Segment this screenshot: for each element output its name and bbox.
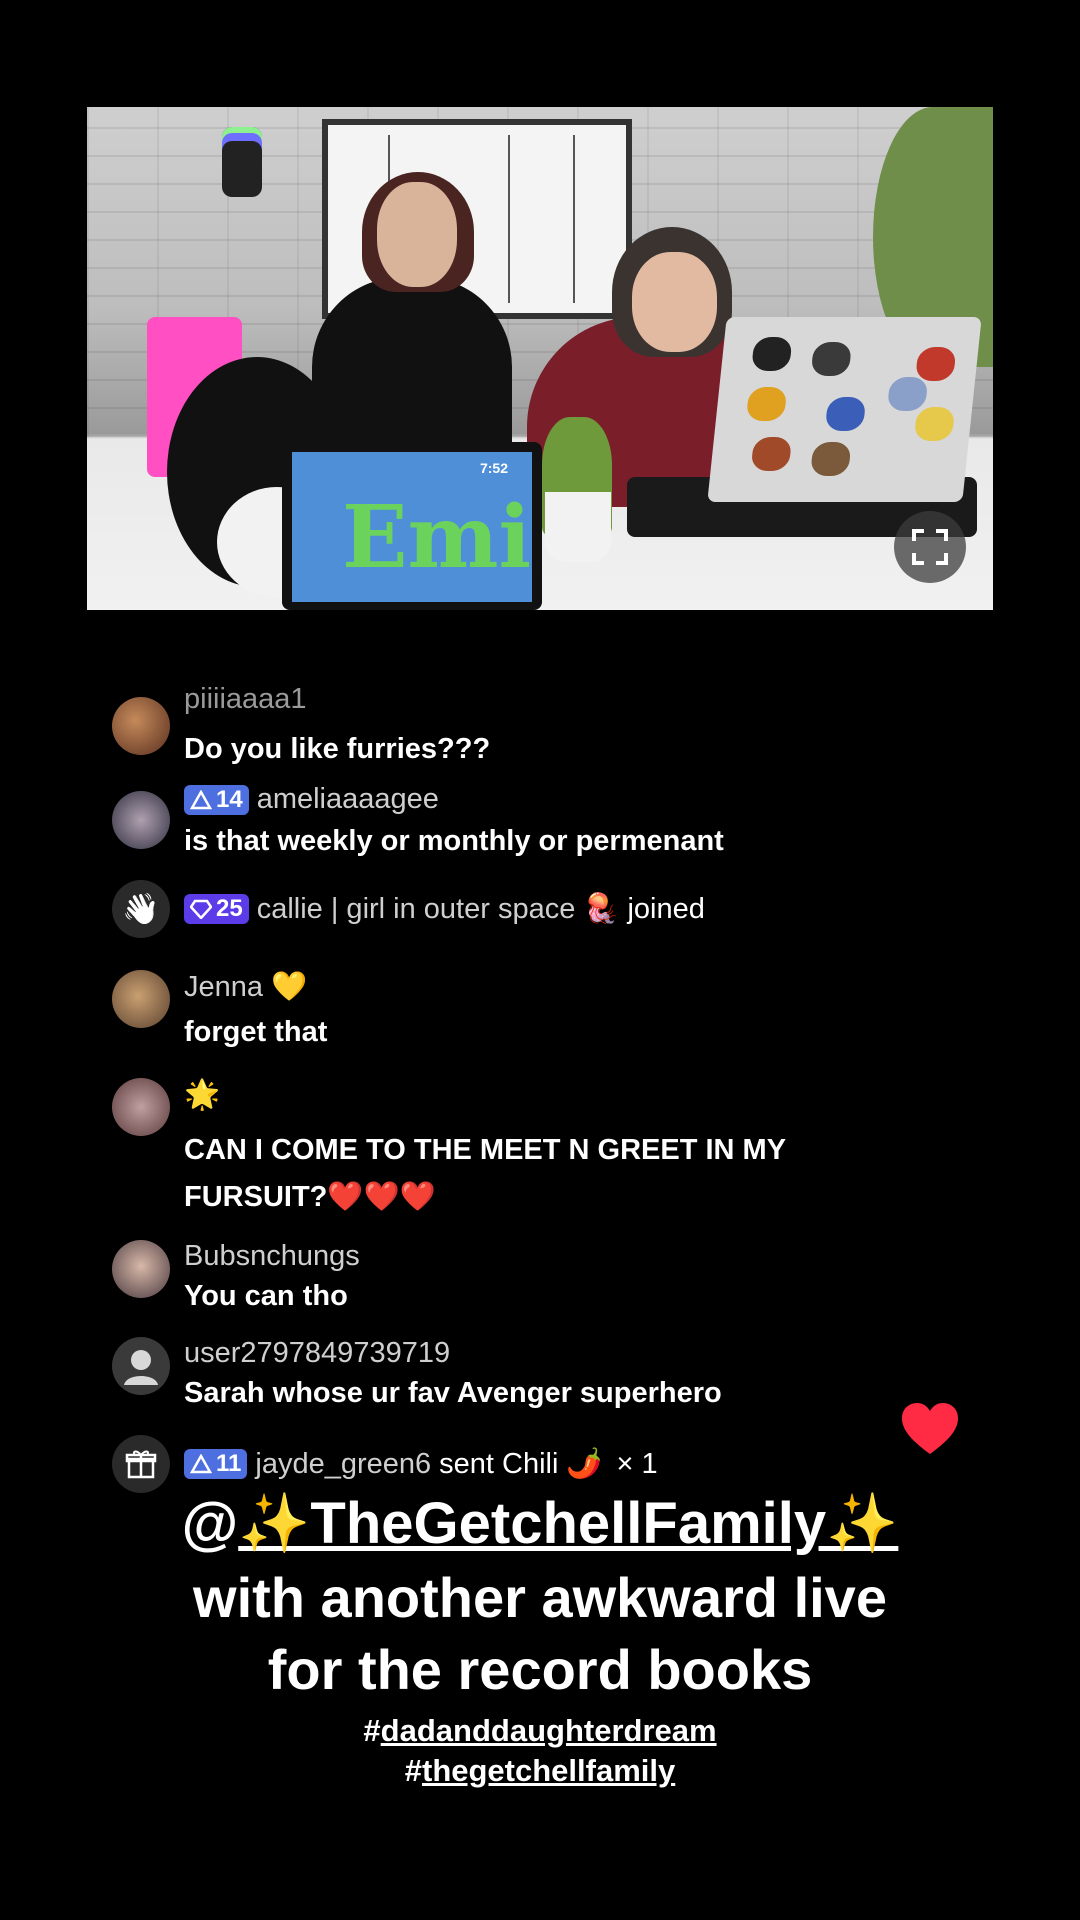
avatar xyxy=(112,1435,170,1493)
chat-username[interactable]: ameliaaaagee xyxy=(257,783,439,816)
chat-username[interactable]: jayde_green6 xyxy=(255,1448,431,1481)
tablet-drawing-text: Emi xyxy=(342,487,532,588)
caption-line-1: @✨TheGetchellFamily✨ xyxy=(181,1491,899,1556)
avatar[interactable] xyxy=(112,1078,170,1136)
chat-username[interactable]: piiiiaaaa1 xyxy=(184,683,307,716)
gift-icon xyxy=(125,1450,157,1479)
jellyfish-emoji: 🪼 xyxy=(583,893,620,925)
hashtag-2[interactable]: #thegetchellfamily xyxy=(0,1753,1080,1789)
chat-username[interactable]: Bubsnchungs xyxy=(184,1240,360,1273)
fullscreen-icon xyxy=(912,529,948,565)
caption-line-2: with another awkward live xyxy=(193,1566,887,1629)
laptop xyxy=(707,317,982,502)
chat-text-line-2: FURSUIT?❤️❤️❤️ xyxy=(184,1181,436,1213)
default-avatar[interactable] xyxy=(112,1337,170,1395)
avatar[interactable] xyxy=(112,970,170,1028)
caption-line-3: for the record books xyxy=(267,1638,813,1701)
caption-mention[interactable]: ✨TheGetchellFamily✨ xyxy=(238,1491,898,1556)
level-badge: 11 xyxy=(184,1449,248,1479)
chat-text: Sarah whose ur fav Avenger superhero xyxy=(184,1377,722,1409)
diamond-icon xyxy=(190,899,212,919)
chat-text: You can tho xyxy=(184,1280,348,1312)
chat-username[interactable]: callie | girl in outer space xyxy=(257,893,576,926)
chat-username[interactable]: user2797849739719 xyxy=(184,1337,450,1370)
chat-action: joined xyxy=(627,892,705,925)
chat-text: Do you like furries??? xyxy=(184,733,491,765)
subscriber-badge: 25 xyxy=(184,894,249,924)
avatar[interactable] xyxy=(112,697,170,755)
level-triangle-icon xyxy=(190,789,212,809)
user-silhouette-icon xyxy=(124,1350,158,1385)
yellow-heart-emoji: 💛 xyxy=(271,971,308,1003)
level-triangle-icon xyxy=(190,1454,212,1474)
avatar: 👋 xyxy=(112,880,170,938)
floating-heart-icon xyxy=(902,1403,958,1454)
level-badge: 14 xyxy=(184,784,249,815)
avatar[interactable] xyxy=(112,1240,170,1298)
glowing-star-emoji: 🌟 xyxy=(184,1079,221,1111)
chili-gift-emoji: 🌶️ xyxy=(566,1448,603,1480)
microphone xyxy=(222,127,262,197)
gift-count: × 1 xyxy=(616,1447,658,1480)
live-video[interactable]: 7:52 Emi xyxy=(87,107,993,610)
chat-text-line-1: CAN I COME TO THE MEET N GREET IN MY xyxy=(184,1134,787,1166)
chat-text: is that weekly or monthly or permenant xyxy=(184,825,724,857)
chat-username[interactable]: Jenna xyxy=(184,971,263,1004)
chat-action: sent Chili xyxy=(439,1447,559,1480)
hashtag-1[interactable]: #dadanddaughterdream xyxy=(0,1713,1080,1749)
waving-hand-icon: 👋 xyxy=(122,892,160,926)
chat-text: forget that xyxy=(184,1016,328,1048)
avatar[interactable] xyxy=(112,791,170,849)
fullscreen-button[interactable] xyxy=(894,511,966,583)
